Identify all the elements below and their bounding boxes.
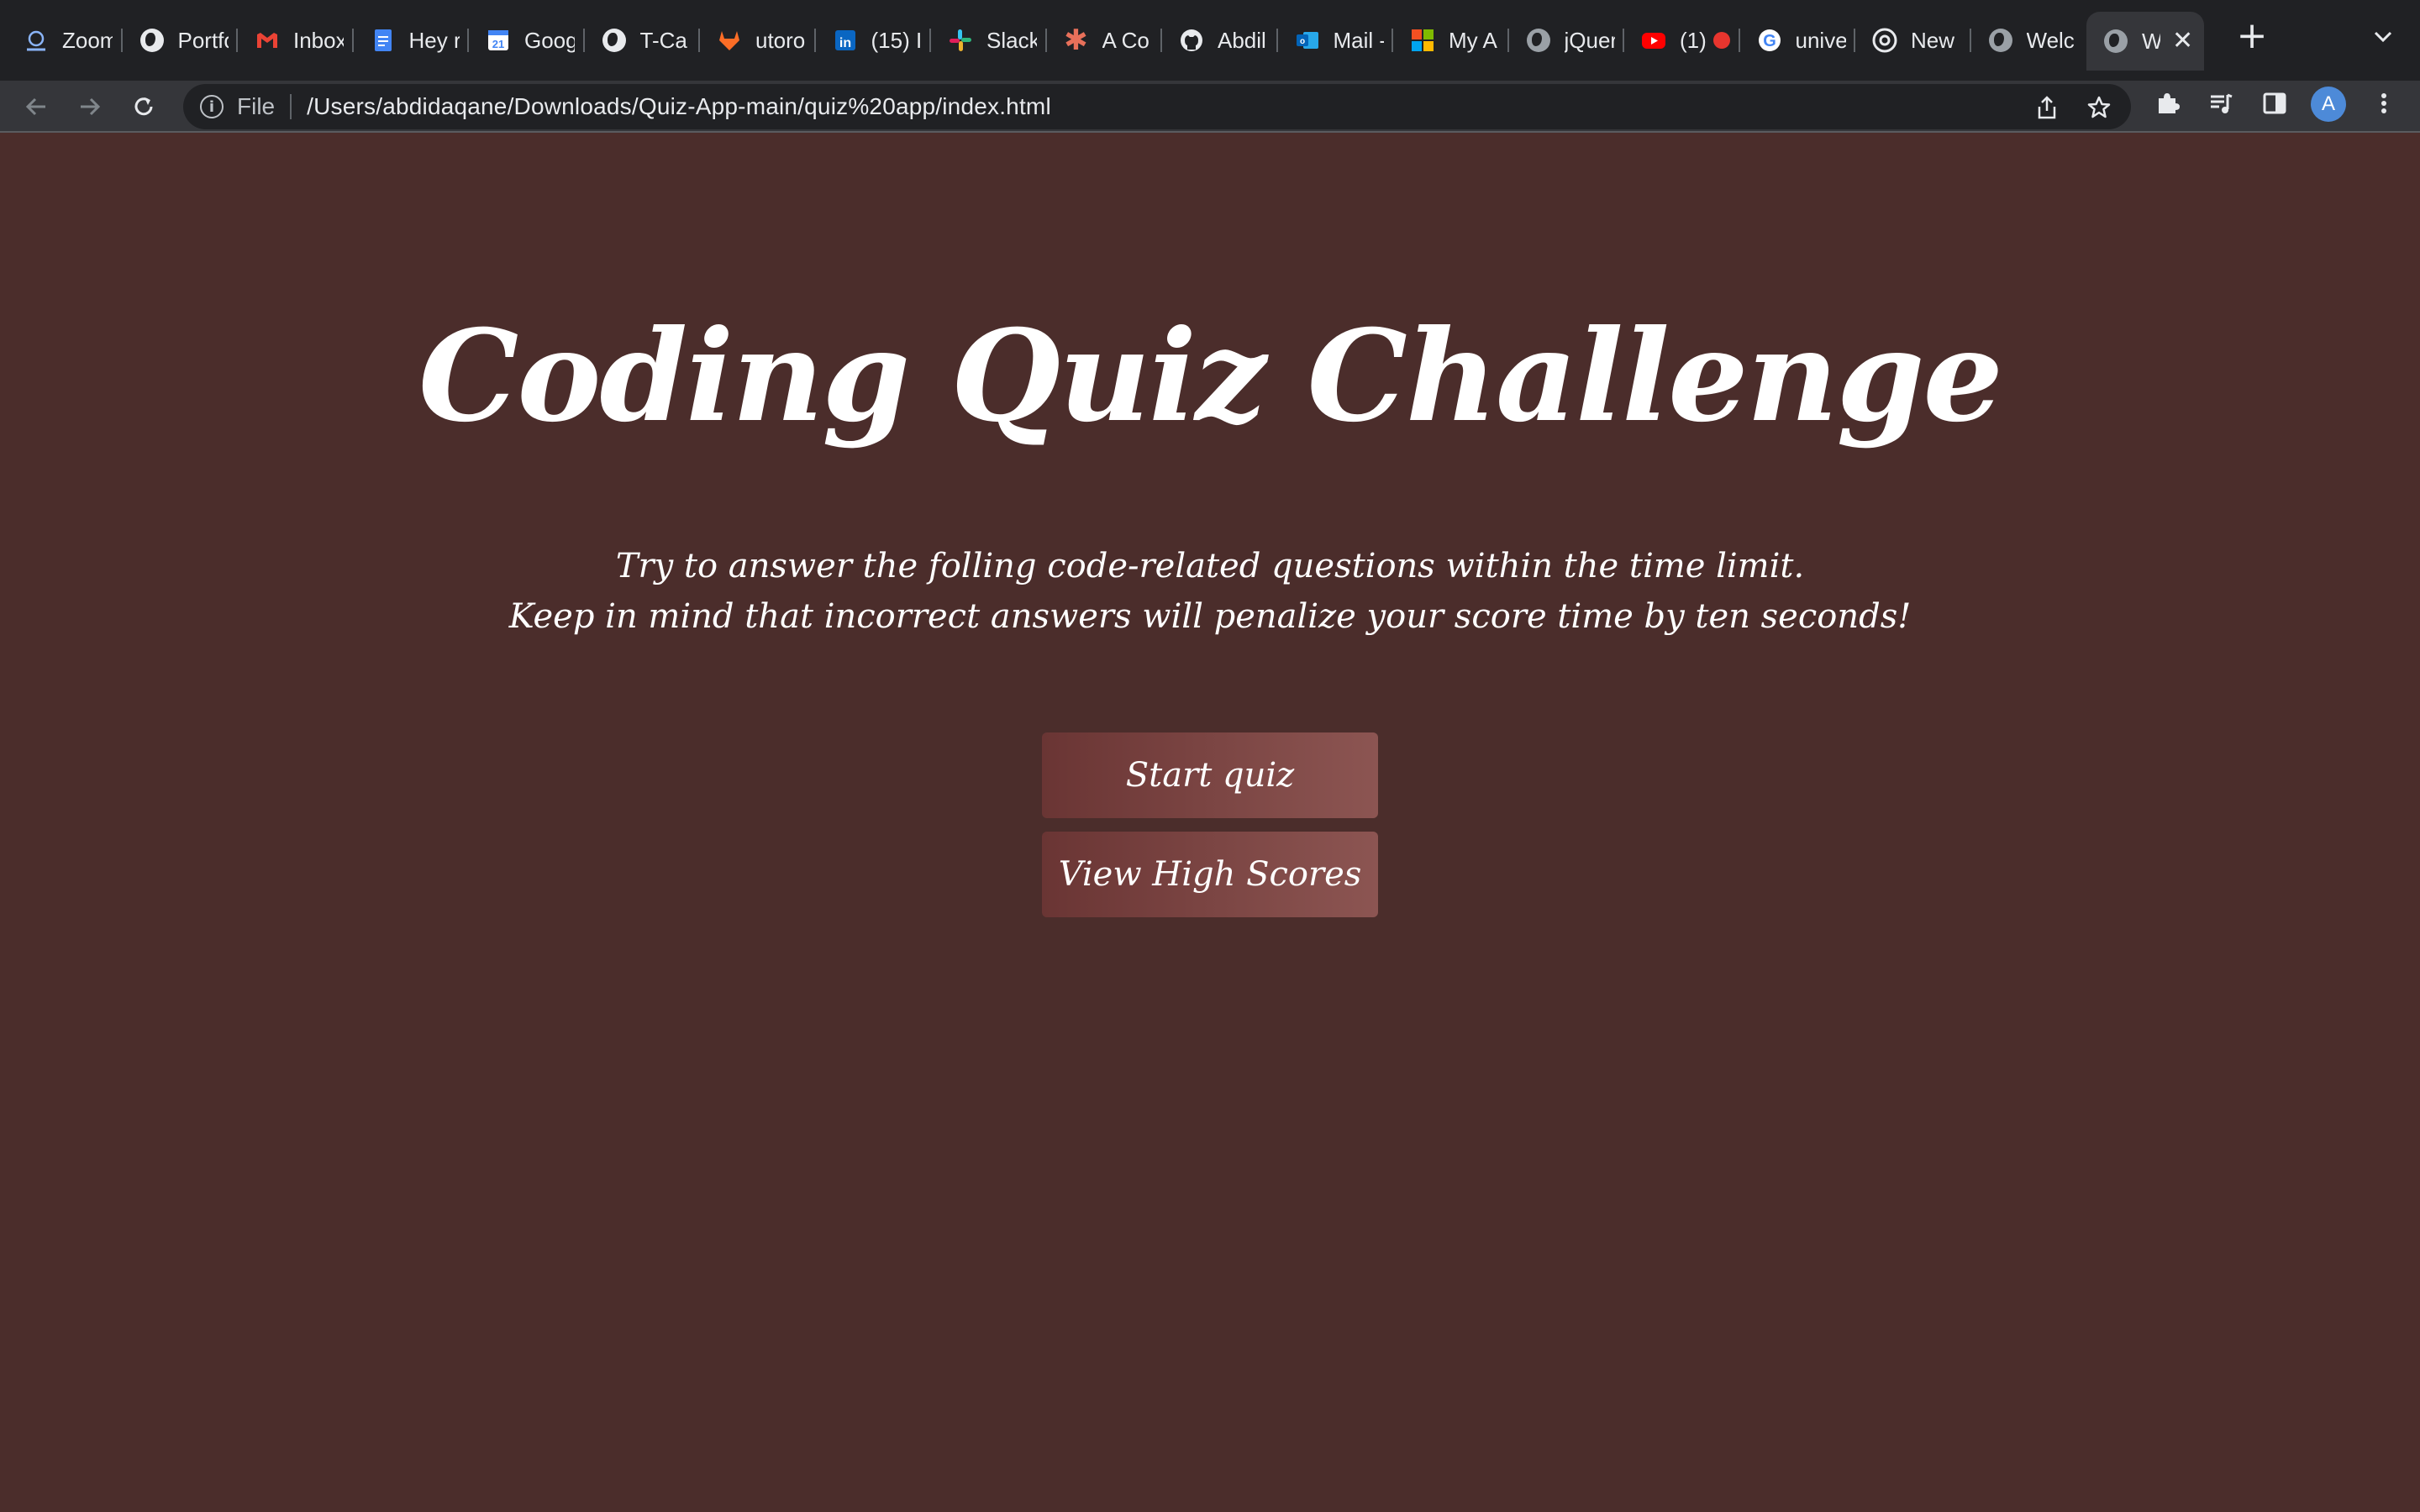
tab-title: New	[1911, 27, 1955, 53]
quiz-description: Try to answer the folling code-related q…	[0, 541, 2420, 642]
site-info-icon[interactable]: i	[200, 95, 224, 118]
gitlab-icon	[717, 28, 742, 53]
page-content: Coding Quiz Challenge Try to answer the …	[0, 133, 2420, 1512]
tab-title: (1)	[1680, 27, 1707, 53]
tab-calendar[interactable]: 21 Google	[469, 12, 585, 69]
bookmark-star-icon[interactable]	[2084, 92, 2114, 123]
github-icon	[1179, 28, 1204, 53]
tab-microsoft[interactable]: My A	[1393, 12, 1509, 69]
svg-text:21: 21	[492, 38, 504, 50]
address-divider	[290, 94, 292, 119]
new-tab-button[interactable]: +	[2233, 14, 2270, 57]
reading-list-icon[interactable]	[2202, 84, 2240, 123]
view-high-scores-button[interactable]: View High Scores	[1042, 832, 1378, 917]
globe-icon	[2103, 29, 2128, 54]
tab-title: jQuer	[1564, 27, 1615, 53]
tab-title: Google	[524, 27, 575, 53]
tab-title: (15) I	[871, 27, 922, 53]
profile-avatar[interactable]: A	[2311, 87, 2346, 122]
close-tab-icon[interactable]: ✕	[2172, 29, 2193, 54]
globe-icon	[602, 28, 627, 53]
tab-list: Zoom Portfolio Inbox Hey r 21 Google	[7, 12, 2204, 71]
tab-title: Inbox	[293, 27, 344, 53]
globe-icon	[139, 28, 165, 53]
page-title: Coding Quiz Challenge	[418, 302, 2003, 450]
extensions-puzzle-icon[interactable]	[2148, 84, 2186, 123]
description-line-1: Try to answer the folling code-related q…	[615, 547, 1805, 585]
tab-title: utoro	[755, 27, 806, 53]
globe-icon	[1526, 28, 1551, 53]
tab-docs[interactable]: Hey r	[354, 12, 470, 69]
browser-toolbar: i File /Users/abdidaqane/Downloads/Quiz-…	[0, 81, 2420, 133]
tab-title: T-Ca	[639, 27, 687, 53]
tab-gitlab[interactable]: utoro	[700, 12, 816, 69]
tab-title: Hey r	[408, 27, 460, 53]
address-url[interactable]: /Users/abdidaqane/Downloads/Quiz-App-mai…	[307, 93, 1051, 120]
tab-title: Portfolio	[177, 27, 229, 53]
tab-portfolio[interactable]: Portfolio	[123, 12, 239, 69]
tab-asterisk[interactable]: ✱ A Co	[1047, 12, 1163, 69]
svg-text:G: G	[1763, 32, 1776, 50]
tab-inbox[interactable]: Inbox	[238, 12, 354, 69]
description-line-2: Keep in mind that incorrect answers will…	[508, 597, 1912, 636]
microsoft-icon	[1410, 28, 1435, 53]
start-quiz-button[interactable]: Start quiz	[1042, 732, 1378, 818]
back-arrow-icon[interactable]	[17, 87, 55, 126]
tab-tca[interactable]: T-Ca	[585, 12, 701, 69]
tab-title: Zoom	[62, 27, 113, 53]
outlook-icon: o	[1295, 28, 1320, 53]
tab-slack[interactable]: Slack	[931, 12, 1047, 69]
tab-title: Slack	[986, 27, 1037, 53]
recording-dot-icon	[1712, 32, 1730, 49]
tab-search-chevron-icon[interactable]	[2366, 20, 2400, 54]
tab-title: W	[2142, 28, 2160, 54]
tab-title: Abdil	[1218, 27, 1266, 53]
linkedin-icon: in	[833, 28, 858, 53]
tab-newtab[interactable]: New	[1855, 12, 1971, 69]
reload-icon[interactable]	[124, 87, 163, 126]
tab-title: A Co	[1102, 27, 1150, 53]
chrome-icon	[1872, 28, 1897, 53]
tab-linkedin[interactable]: in (15) I	[816, 12, 932, 69]
slack-icon	[948, 28, 973, 53]
zoom-icon	[24, 28, 49, 53]
tab-active-quiz[interactable]: W ✕	[2086, 12, 2204, 71]
google-icon: G	[1757, 28, 1782, 53]
globe-icon	[1988, 28, 2013, 53]
calendar-icon: 21	[486, 28, 511, 53]
tab-youtube[interactable]: (1)	[1624, 12, 1740, 69]
tab-welcome[interactable]: Welc	[1971, 12, 2087, 69]
more-menu-icon[interactable]	[2365, 84, 2403, 123]
tab-jquery[interactable]: jQuer	[1509, 12, 1625, 69]
tab-mail[interactable]: o Mail -	[1278, 12, 1394, 69]
tab-title: Welc	[2026, 27, 2075, 53]
address-bar[interactable]: i File /Users/abdidaqane/Downloads/Quiz-…	[183, 84, 2131, 129]
forward-arrow-icon[interactable]	[71, 87, 109, 126]
tab-zoom[interactable]: Zoom	[7, 12, 123, 69]
tab-title: unive	[1795, 27, 1846, 53]
tab-strip: Zoom Portfolio Inbox Hey r 21 Google	[0, 0, 2420, 81]
tab-google[interactable]: G unive	[1740, 12, 1856, 69]
side-panel-icon[interactable]	[2255, 84, 2294, 123]
tab-title: My A	[1449, 27, 1497, 53]
svg-text:o: o	[1299, 37, 1304, 46]
docs-icon	[371, 28, 396, 53]
gmail-icon	[255, 28, 280, 53]
share-icon[interactable]	[2032, 92, 2062, 123]
asterisk-icon: ✱	[1064, 24, 1088, 57]
tab-github[interactable]: Abdil	[1162, 12, 1278, 69]
svg-text:in: in	[839, 36, 850, 50]
tab-title: Mail -	[1333, 27, 1384, 53]
address-scheme-label: File	[237, 93, 276, 119]
youtube-icon	[1641, 28, 1666, 53]
